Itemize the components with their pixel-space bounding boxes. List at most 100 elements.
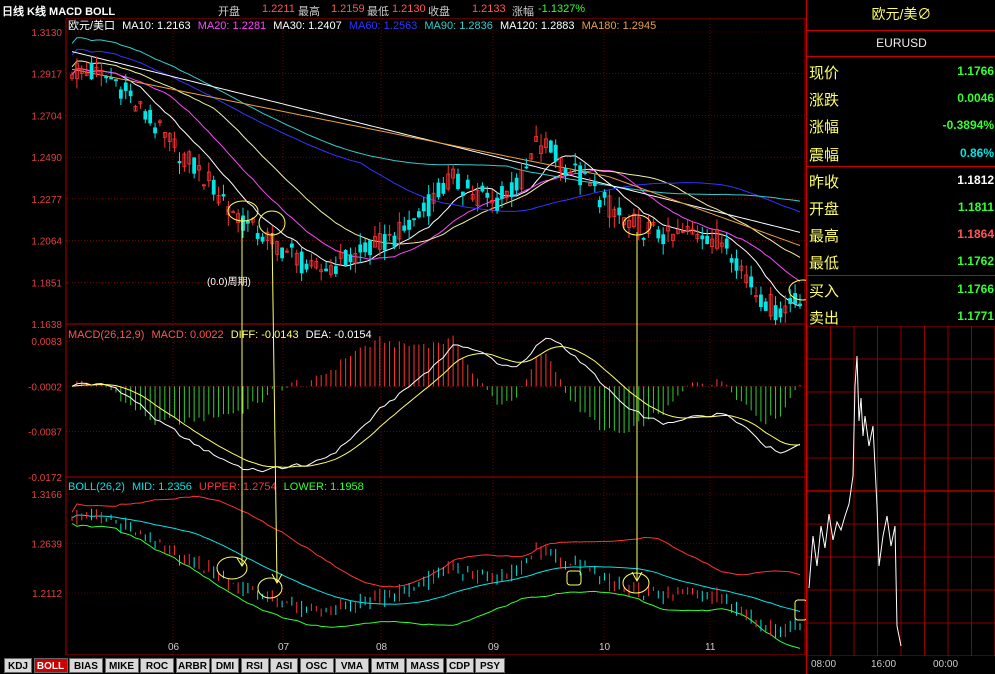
quote-value: 1.1771	[957, 308, 994, 323]
quote-row: 卖出 1.1771	[807, 303, 995, 329]
candle-body	[734, 258, 739, 271]
candle-body	[617, 207, 622, 216]
quote-label: 涨幅	[809, 119, 840, 137]
high-value: 1.2159	[331, 3, 365, 15]
boll-pane-frame	[65, 476, 806, 655]
main-y-tick-label: 1.2704	[31, 111, 62, 122]
quote-row: 最低 1.1762	[807, 248, 995, 274]
main-y-tick-label: 1.1851	[31, 278, 62, 289]
main-y-tick-label: 1.2064	[31, 237, 62, 248]
main-y-tick-label: 1.2490	[31, 153, 62, 164]
candle-body	[456, 173, 460, 189]
tab-mike[interactable]: MIKE	[104, 658, 139, 673]
quote-row: 买入 1.1766	[807, 276, 995, 302]
candle-body	[343, 250, 348, 266]
quote-label: 最高	[809, 228, 840, 246]
candle-body	[255, 233, 260, 239]
quote-row: 涨幅 -0.3894%	[807, 112, 995, 138]
candle-body	[592, 180, 597, 187]
tab-vma[interactable]: VMA	[335, 658, 369, 673]
quote-row: 最高 1.1864	[807, 221, 995, 247]
tab-psy[interactable]: PSY	[475, 658, 505, 673]
open-value: 1.2211	[262, 3, 295, 15]
instrument-name: 欧元/美∅	[871, 6, 932, 22]
tab-mtm[interactable]: MTM	[370, 658, 405, 673]
main-pane-frame	[65, 18, 806, 325]
candle-body	[749, 276, 754, 288]
candle-body	[128, 90, 133, 97]
main-y-tick-label: 1.2277	[31, 195, 62, 206]
candle-body	[602, 191, 607, 198]
chart-area[interactable]: 1.3130 1.2917 1.2704 1.2490 1.2277 1.2064 1.18…	[0, 18, 806, 655]
circle-marker	[788, 279, 806, 301]
candle-body	[460, 191, 465, 197]
ma90-line	[71, 37, 801, 202]
tab-asi[interactable]: ASI	[270, 658, 298, 673]
candle-body	[231, 211, 236, 214]
quote-value: 1.1766	[957, 64, 994, 78]
change-label: 涨幅	[512, 6, 534, 18]
intraday-tick-chart[interactable]	[807, 326, 995, 656]
candle-body	[641, 237, 646, 240]
square-marker	[794, 599, 806, 621]
tab-rsi[interactable]: RSI	[240, 658, 269, 673]
candle-body	[553, 144, 558, 162]
circle-marker	[622, 572, 650, 594]
quote-row: 涨跌 0.0046	[807, 85, 995, 111]
quote-label: 开盘	[809, 201, 840, 218]
change-value: -1.1327%	[538, 3, 586, 15]
divider	[807, 165, 995, 167]
boll-candles	[71, 508, 801, 638]
candle-body	[426, 194, 431, 217]
ma30-line	[71, 60, 801, 258]
tab-boll[interactable]: BOLL	[33, 658, 68, 673]
tab-osc[interactable]: OSC	[299, 658, 334, 673]
ma10-line	[71, 68, 801, 307]
chart-canvas[interactable]: 1.3130 1.2917 1.2704 1.2490 1.2277 1.2064 1.18…	[0, 18, 806, 655]
tab-cdp[interactable]: CDP	[445, 658, 474, 673]
macd-legend: MACD(26,12,9) MACD: 0.0022 DIFF: -0.0143…	[68, 329, 372, 341]
candle-body	[299, 251, 304, 274]
tab-dmi[interactable]: DMI	[211, 658, 239, 673]
candle-body	[192, 157, 197, 174]
candle-body	[763, 301, 768, 311]
main-y-tick-label: 1.3130	[31, 28, 62, 39]
top-info-bar: 日线 K线 MACD BOLL 开盘 1.2211 最高 1.2159 最低 1…	[0, 0, 806, 18]
candle-body	[324, 268, 328, 272]
candle-body	[123, 82, 128, 91]
candle-body	[143, 111, 148, 120]
candle-body	[407, 219, 412, 230]
quote-label: 震幅	[809, 146, 840, 164]
tab-roc[interactable]: ROC	[140, 658, 174, 673]
tab-mass[interactable]: MASS	[406, 658, 444, 673]
macd-y-tick-label: 0.0083	[31, 337, 62, 348]
moving-average-lines	[71, 37, 801, 307]
tab-kdj[interactable]: KDJ	[4, 658, 32, 673]
candle-body	[524, 166, 529, 169]
quote-value: 1.1812	[957, 172, 994, 187]
candle-body	[89, 62, 94, 80]
candle-body	[402, 225, 407, 231]
time-label: 16:00	[871, 659, 897, 670]
quote-value: 0.0046	[957, 91, 994, 106]
candle-body	[778, 308, 783, 318]
candle-body	[495, 197, 499, 211]
chart-title: 日线 K线 MACD BOLL	[2, 6, 116, 18]
tick-price-line	[808, 355, 902, 647]
candle-body	[416, 211, 421, 218]
candle-body	[773, 305, 778, 321]
tab-arbr[interactable]: ARBR	[175, 658, 210, 673]
candle-body	[245, 220, 250, 224]
tab-bias[interactable]: BIAS	[69, 658, 103, 673]
quote-row: 昨收 1.1812	[807, 167, 995, 193]
candle-body	[514, 177, 519, 191]
candle-body	[109, 77, 113, 80]
boll-upper-line	[71, 495, 801, 588]
x-tick-label: 11	[705, 642, 716, 653]
divider	[807, 274, 995, 276]
boll-y-tick-label: 1.2639	[31, 540, 62, 551]
candle-body	[153, 127, 157, 134]
candle-body	[114, 79, 118, 82]
candle-body	[436, 182, 441, 198]
candle-body	[705, 235, 710, 245]
